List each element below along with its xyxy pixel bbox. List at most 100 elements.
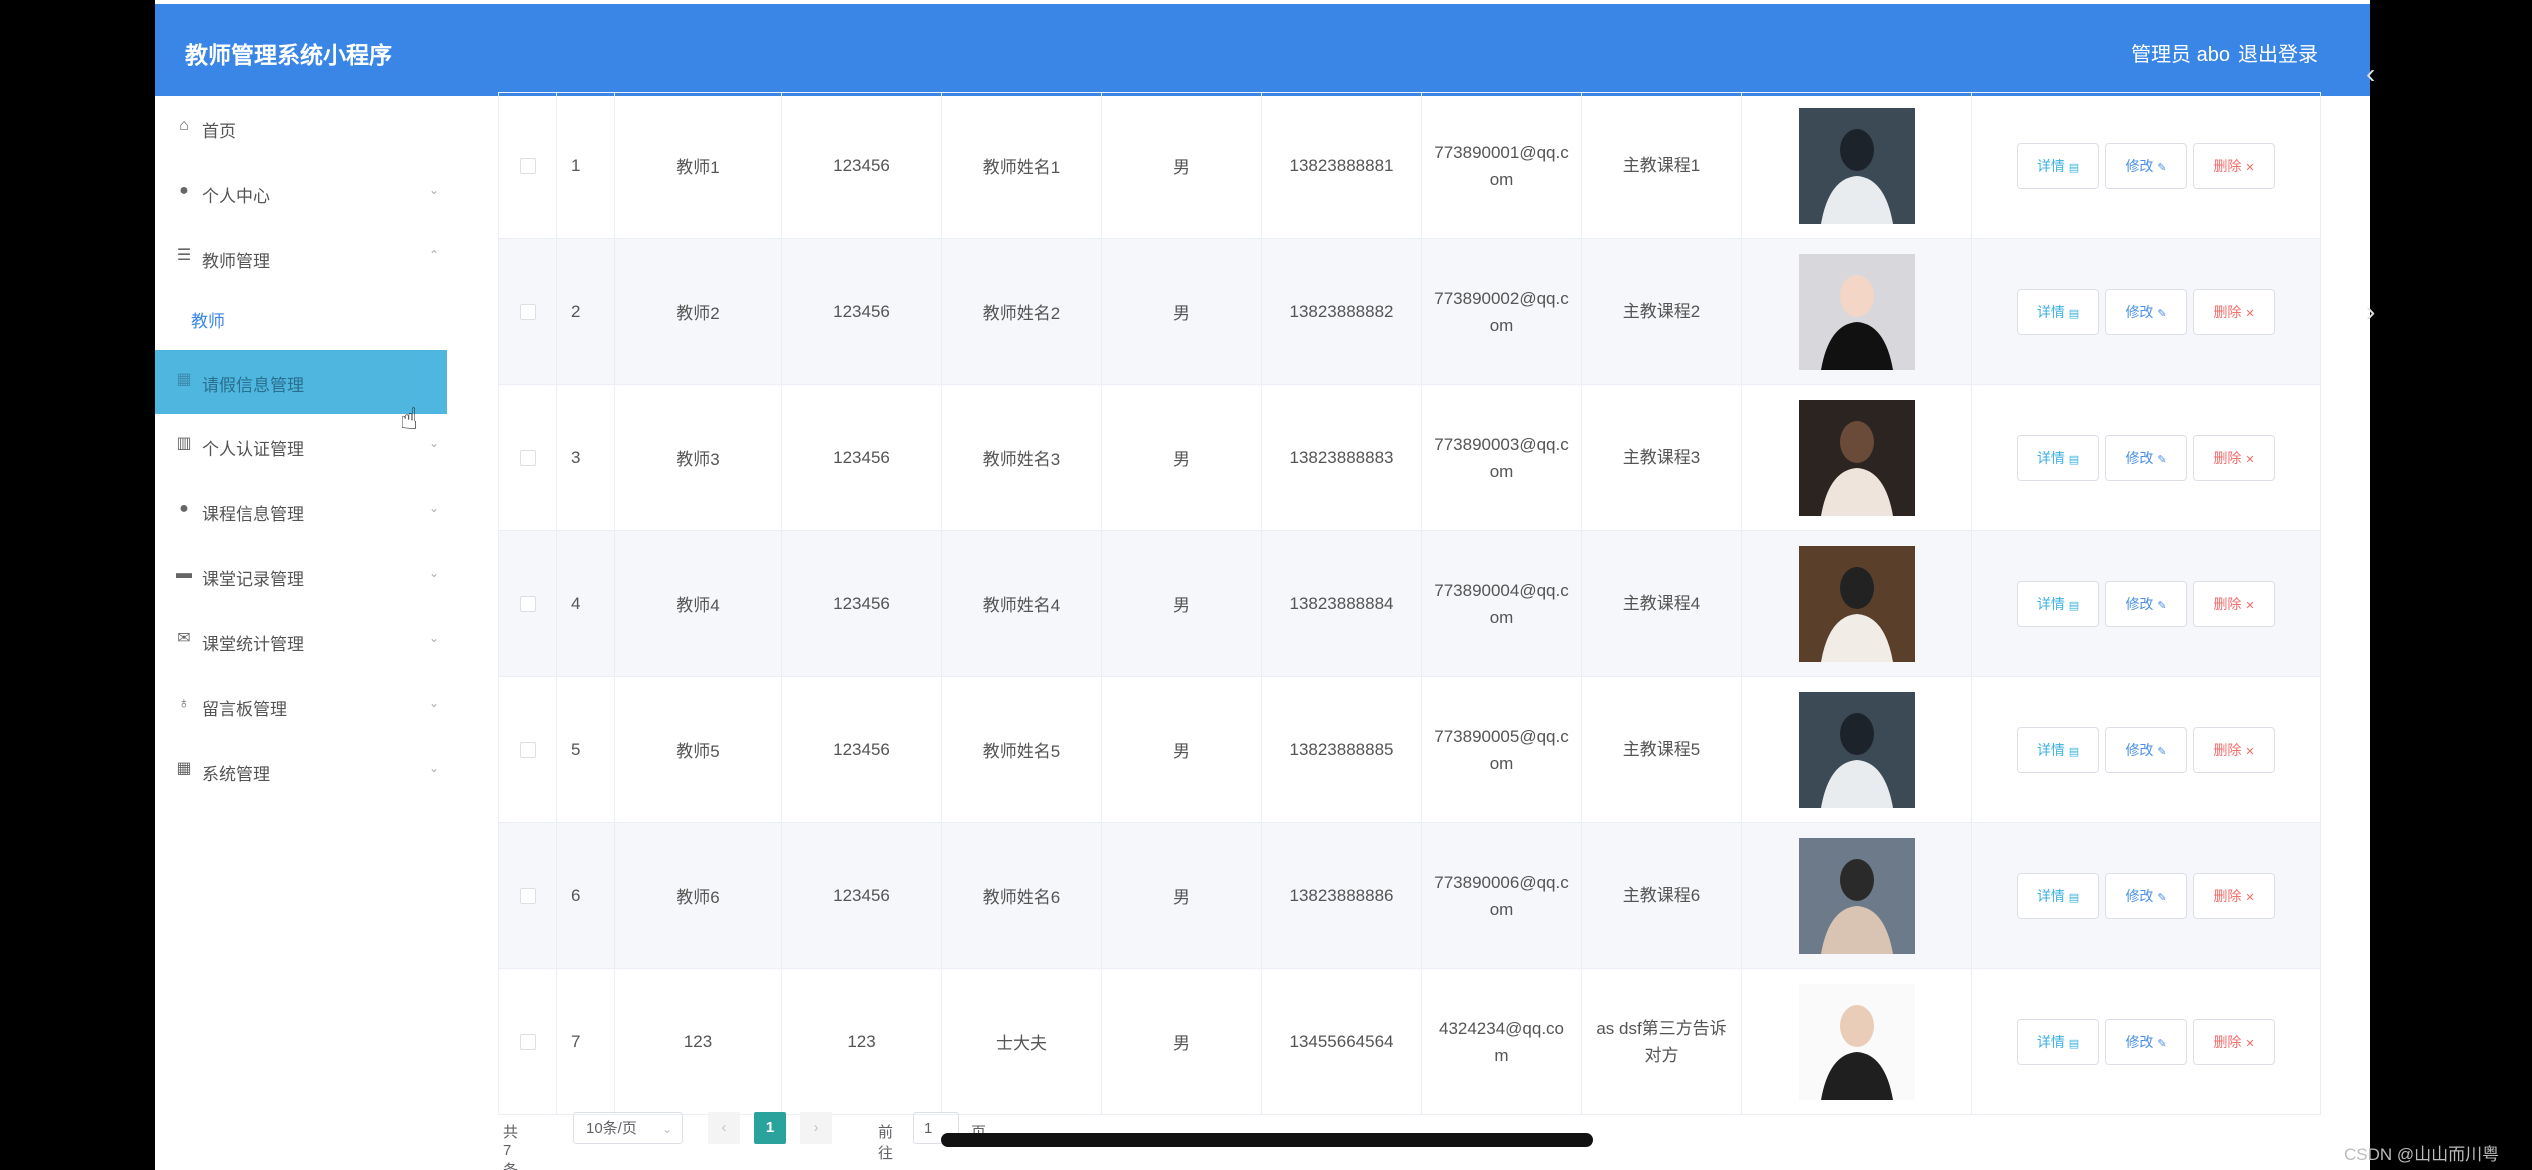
hand-cursor-icon: ☝ <box>400 403 419 436</box>
row-checkbox[interactable] <box>519 158 536 175</box>
page-size-value: 10条/页 <box>586 1120 637 1137</box>
row-checkbox-cell <box>498 968 557 1115</box>
view-button[interactable]: 详情 ▤ <box>2017 872 2099 919</box>
view-button[interactable]: 详情 ▤ <box>2017 142 2099 189</box>
chevron-down-icon: ⌄ <box>661 1122 672 1136</box>
row-checkbox[interactable] <box>519 450 536 467</box>
delete-button[interactable]: 删除 ✕ <box>2193 872 2275 919</box>
cell-course: 主教课程4 <box>1581 530 1742 677</box>
teacher-photo <box>1798 399 1915 516</box>
row-checkbox[interactable] <box>519 1034 536 1051</box>
cell-gender: 男 <box>1101 530 1262 677</box>
cell-course: 主教课程6 <box>1581 822 1742 969</box>
page-size-select[interactable]: 10条/页 ⌄ <box>573 1112 683 1144</box>
photo-cell <box>1741 238 1972 385</box>
app-window: 教师管理系统小程序 管理员 abo 退出登录 ⌂ 首页 ● 个人中心 ⌄ ☰ 教… <box>155 0 2370 1170</box>
edit-button[interactable]: 修改 ✎ <box>2105 142 2187 189</box>
list-icon: ☰ <box>176 247 192 264</box>
cell-account: 教师1 <box>614 92 782 239</box>
table-row: 2 教师2 123456 教师姓名2 男 13823888882 773890002@qq.… <box>498 238 2321 385</box>
cell-phone: 13823888884 <box>1261 530 1422 677</box>
cell-password: 123456 <box>781 92 942 239</box>
cell-email: 773890002@qq.com <box>1421 238 1582 385</box>
row-actions: 详情 ▤ 修改 ✎ 删除 ✕ <box>1971 968 2321 1115</box>
cell-email: 773890004@qq.com <box>1421 530 1582 677</box>
edit-button[interactable]: 修改 ✎ <box>2105 434 2187 481</box>
sidebar-item-label: 首页 <box>202 122 236 141</box>
cell-password: 123456 <box>781 530 942 677</box>
delete-button[interactable]: 删除 ✕ <box>2193 1018 2275 1065</box>
row-checkbox[interactable] <box>519 596 536 613</box>
cell-email: 4324234@qq.com <box>1421 968 1582 1115</box>
sidebar-item-home[interactable]: ⌂ 首页 <box>155 96 447 160</box>
document-icon: ▤ <box>2068 745 2080 758</box>
document-icon: ▤ <box>2068 891 2080 904</box>
sidebar-item-course-management[interactable]: ● 课程信息管理 ⌄ <box>155 479 447 543</box>
row-actions: 详情 ▤ 修改 ✎ 删除 ✕ <box>1971 676 2321 823</box>
edit-button[interactable]: 修改 ✎ <box>2105 288 2187 335</box>
pencil-icon: ✎ <box>2157 307 2167 320</box>
sidebar-item-label: 留言板管理 <box>202 700 287 719</box>
logout-link[interactable]: 退出登录 <box>2238 38 2318 67</box>
delete-button[interactable]: 删除 ✕ <box>2193 434 2275 481</box>
delete-button[interactable]: 删除 ✕ <box>2193 142 2275 189</box>
delete-button[interactable]: 删除 ✕ <box>2193 726 2275 773</box>
view-button[interactable]: 详情 ▤ <box>2017 288 2099 335</box>
watermark: CSDN @山山而川粤 <box>2344 1145 2500 1164</box>
top-bar: 教师管理系统小程序 管理员 abo 退出登录 <box>155 4 2370 96</box>
photo-cell <box>1741 530 1972 677</box>
page-number-current[interactable]: 1 <box>754 1112 786 1144</box>
row-actions: 详情 ▤ 修改 ✎ 删除 ✕ <box>1971 384 2321 531</box>
cell-account: 教师5 <box>614 676 782 823</box>
row-actions: 详情 ▤ 修改 ✎ 删除 ✕ <box>1971 92 2321 239</box>
edit-button[interactable]: 修改 ✎ <box>2105 580 2187 627</box>
table-row: 3 教师3 123456 教师姓名3 男 13823888883 773890003@qq.… <box>498 384 2321 531</box>
photo-cell <box>1741 384 1972 531</box>
chart-icon: ▥ <box>176 435 192 452</box>
teacher-photo <box>1798 253 1915 370</box>
sidebar-item-class-stats-management[interactable]: ✉ 课堂统计管理 ⌄ <box>155 609 447 673</box>
sidebar-item-label: 个人认证管理 <box>202 440 304 459</box>
view-button[interactable]: 详情 ▤ <box>2017 726 2099 773</box>
cell-password: 123456 <box>781 238 942 385</box>
prev-page-button[interactable]: ‹ <box>708 1112 740 1144</box>
edit-button[interactable]: 修改 ✎ <box>2105 1018 2187 1065</box>
trash-icon: ✕ <box>2245 745 2255 758</box>
cell-password: 123456 <box>781 822 942 969</box>
trash-icon: ✕ <box>2245 453 2255 466</box>
sidebar-subitem-teacher[interactable]: 教师 <box>155 286 447 350</box>
sidebar-item-personal-center[interactable]: ● 个人中心 ⌄ <box>155 161 447 225</box>
row-checkbox[interactable] <box>519 888 536 905</box>
cell-course: as dsf第三方告诉对方 <box>1581 968 1742 1115</box>
cell-password: 123456 <box>781 676 942 823</box>
chevron-down-icon: ⌄ <box>428 501 439 515</box>
cell-gender: 男 <box>1101 822 1262 969</box>
view-button[interactable]: 详情 ▤ <box>2017 1018 2099 1065</box>
teacher-table: 1 教师1 123456 教师姓名1 男 13823888881 773890001@qq.… <box>498 92 2321 1115</box>
cell-gender: 男 <box>1101 968 1262 1115</box>
document-icon: ▤ <box>2068 307 2080 320</box>
document-icon: ▤ <box>2068 1037 2080 1050</box>
sidebar-item-class-record-management[interactable]: ▬ 课堂记录管理 ⌄ <box>155 544 447 608</box>
delete-button[interactable]: 删除 ✕ <box>2193 288 2275 335</box>
view-button[interactable]: 详情 ▤ <box>2017 434 2099 481</box>
sidebar: ⌂ 首页 ● 个人中心 ⌄ ☰ 教师管理 ⌃ 教师 ▦ 请假信息管理 ▥ 个人认… <box>155 96 447 1170</box>
cell-course: 主教课程2 <box>1581 238 1742 385</box>
row-checkbox[interactable] <box>519 742 536 759</box>
row-actions: 详情 ▤ 修改 ✎ 删除 ✕ <box>1971 238 2321 385</box>
row-checkbox[interactable] <box>519 304 536 321</box>
next-page-button[interactable]: › <box>800 1112 832 1144</box>
sidebar-item-message-board-management[interactable]: ♁ 留言板管理 ⌄ <box>155 674 447 738</box>
document-icon: ▤ <box>2068 161 2080 174</box>
sidebar-item-system-management[interactable]: ▦ 系统管理 ⌄ <box>155 739 447 803</box>
cell-phone: 13823888882 <box>1261 238 1422 385</box>
edit-button[interactable]: 修改 ✎ <box>2105 872 2187 919</box>
sidebar-item-teacher-management[interactable]: ☰ 教师管理 ⌃ <box>155 226 447 290</box>
cell-index: 6 <box>556 822 615 969</box>
sidebar-item-label: 请假信息管理 <box>202 376 304 395</box>
photo-cell <box>1741 968 1972 1115</box>
edit-button[interactable]: 修改 ✎ <box>2105 726 2187 773</box>
view-button[interactable]: 详情 ▤ <box>2017 580 2099 627</box>
user-icon: ● <box>179 500 189 517</box>
delete-button[interactable]: 删除 ✕ <box>2193 580 2275 627</box>
